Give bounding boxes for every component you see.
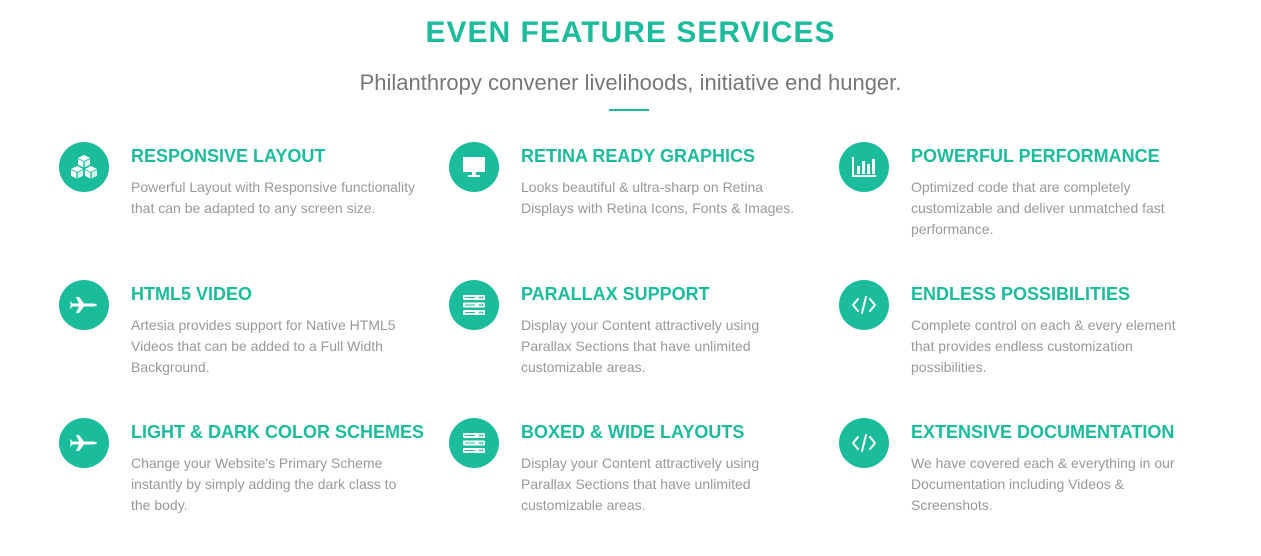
- cubes-icon: [59, 142, 109, 192]
- feature-description: Looks beautiful & ultra-sharp on Retina …: [521, 179, 795, 216]
- section-title: EVEN FEATURE SERVICES: [425, 16, 836, 49]
- feature-title: BOXED & WIDE LAYOUTS: [521, 422, 745, 442]
- section-subtitle: Philanthropy convener livelihoods, initi…: [359, 70, 902, 95]
- title-divider: [609, 109, 649, 111]
- monitor-icon: [449, 142, 499, 192]
- feature-description: Powerful Layout with Responsive function…: [131, 179, 416, 216]
- feature-description: Change your Website's Primary Scheme ins…: [131, 455, 397, 513]
- code-icon: [839, 418, 889, 468]
- feature-description: Artesia provides support for Native HTML…: [131, 317, 396, 375]
- feature-title: HTML5 VIDEO: [131, 284, 253, 304]
- server-icon: [449, 418, 499, 468]
- feature-title: POWERFUL PERFORMANCE: [911, 146, 1160, 166]
- feature-title: EXTENSIVE DOCUMENTATION: [911, 422, 1175, 442]
- feature-services-section: EVEN FEATURE SERVICES Philanthropy conve…: [0, 0, 1261, 556]
- server-icon: [449, 280, 499, 330]
- feature-description: Optimized code that are completely custo…: [911, 179, 1165, 237]
- feature-description: We have covered each & everything in our…: [911, 455, 1175, 513]
- feature-title: LIGHT & DARK COLOR SCHEMES: [131, 422, 425, 442]
- feature-title: RETINA READY GRAPHICS: [521, 146, 756, 166]
- code-icon: [839, 280, 889, 330]
- feature-title: RESPONSIVE LAYOUT: [131, 146, 326, 166]
- plane-icon: [59, 418, 109, 468]
- feature-title: ENDLESS POSSIBILITIES: [911, 284, 1131, 304]
- feature-description: Display your Content attractively using …: [521, 317, 760, 375]
- feature-description: Display your Content attractively using …: [521, 455, 760, 513]
- feature-title: PARALLAX SUPPORT: [521, 284, 710, 304]
- bar-chart-icon: [839, 142, 889, 192]
- feature-description: Complete control on each & every element…: [911, 317, 1176, 375]
- plane-icon: [59, 280, 109, 330]
